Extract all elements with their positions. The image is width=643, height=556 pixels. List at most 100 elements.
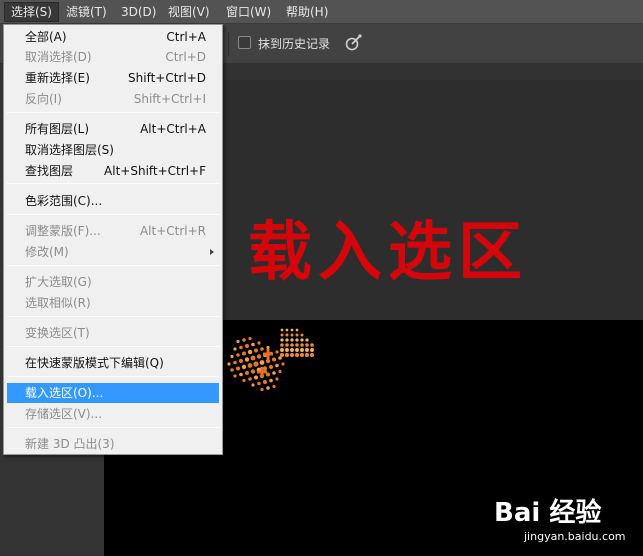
menu-select[interactable]: 选择(S) — [4, 2, 59, 22]
halftone-dot — [305, 338, 309, 342]
halftone-dot — [275, 350, 279, 354]
halftone-dot — [250, 355, 256, 361]
canvas-title-text: 载入选区 — [248, 215, 528, 290]
halftone-dot — [230, 354, 234, 359]
halftone-dot — [310, 343, 314, 347]
menu-item-refine-mask[interactable]: 调整蒙版(F)... Alt+Ctrl+R — [4, 221, 222, 241]
menu-item-all[interactable]: 全部(A) Ctrl+A — [4, 27, 222, 47]
halftone-dot — [295, 328, 299, 332]
menu-item-color-range[interactable]: 色彩范围(C)... — [4, 191, 222, 211]
menu-bar: 选择(S) 滤镜(T) 3D(D) 视图(V) 窗口(W) 帮助(H) — [0, 0, 643, 24]
halftone-dot — [272, 371, 276, 375]
halftone-dot — [233, 374, 237, 378]
menu-separator — [7, 265, 219, 266]
halftone-dot — [239, 345, 243, 350]
menu-view[interactable]: 视图(V) — [162, 2, 216, 22]
halftone-dot — [266, 345, 270, 350]
halftone-dot — [245, 371, 249, 375]
halftone-dot — [266, 386, 270, 390]
halftone-dot — [290, 343, 294, 347]
halftone-dot — [299, 352, 305, 358]
halftone-dot — [242, 338, 246, 342]
menu-separator — [7, 427, 219, 428]
halftone-dot — [280, 328, 284, 332]
halftone-dot — [227, 362, 231, 366]
menu-item-transform-selection[interactable]: 变换选区(T) — [4, 323, 222, 343]
halftone-dot — [295, 343, 299, 347]
airbrush-icon[interactable] — [344, 32, 364, 55]
halftone-dot — [233, 360, 237, 365]
halftone-cross — [266, 349, 270, 359]
menu-separator — [7, 214, 219, 215]
menu-3d[interactable]: 3D(D) — [115, 2, 162, 22]
halftone-cross — [260, 367, 264, 377]
menu-separator — [7, 376, 219, 377]
halftone-dot — [285, 328, 289, 332]
halftone-dot — [300, 338, 304, 342]
halftone-dot — [275, 363, 279, 368]
menu-item-find-layers[interactable]: 查找图层 Alt+Shift+Ctrl+F — [4, 161, 222, 181]
baidu-watermark-logo: Bai 经验 — [494, 498, 602, 528]
history-checkbox-label: 抹到历史记录 — [258, 37, 331, 51]
halftone-dot — [284, 352, 290, 358]
menu-item-load-selection[interactable]: 载入选区(O)... — [7, 383, 219, 403]
halftone-dot — [251, 342, 255, 347]
menu-item-reselect[interactable]: 重新选择(E) Shift+Ctrl+D — [4, 68, 222, 88]
halftone-dot — [260, 387, 264, 392]
submenu-arrow-icon — [210, 249, 214, 255]
menu-item-similar[interactable]: 选取相似(R) — [4, 293, 222, 313]
halftone-dot — [242, 351, 246, 356]
halftone-dot — [239, 372, 243, 377]
menu-help[interactable]: 帮助(H) — [280, 2, 334, 22]
halftone-dot — [280, 343, 284, 347]
menu-item-quick-mask[interactable]: 在快速蒙版模式下编辑(Q) — [4, 353, 222, 373]
halftone-dot — [289, 352, 295, 358]
halftone-dot — [290, 338, 294, 342]
halftone-dot — [260, 347, 264, 351]
halftone-dot — [290, 333, 294, 337]
halftone-dot — [236, 353, 240, 357]
halftone-dot — [305, 343, 309, 347]
halftone-dot — [290, 328, 294, 332]
menu-item-save-selection[interactable]: 存储选区(V)... — [4, 404, 222, 424]
halftone-dot — [248, 377, 252, 381]
halftone-dot — [275, 377, 279, 381]
halftone-dot — [256, 354, 262, 359]
halftone-dot — [295, 333, 299, 337]
halftone-dot — [259, 360, 265, 365]
halftone-dot — [294, 352, 300, 358]
halftone-dot — [257, 381, 261, 386]
menu-filter[interactable]: 滤镜(T) — [60, 2, 113, 22]
halftone-dot — [248, 336, 252, 341]
menu-item-deselect-layers[interactable]: 取消选择图层(S) — [4, 140, 222, 160]
halftone-dot — [280, 333, 284, 337]
halftone-dot — [263, 380, 267, 384]
menu-item-deselect[interactable]: 取消选择(D) Ctrl+D — [4, 47, 222, 67]
menu-item-modify[interactable]: 修改(M) — [4, 242, 222, 262]
halftone-dot — [244, 357, 250, 362]
halftone-dot — [295, 348, 299, 352]
halftone-dot — [278, 369, 282, 374]
menu-item-inverse[interactable]: 反向(I) Shift+Ctrl+I — [4, 89, 222, 109]
halftone-dot — [280, 348, 284, 352]
menu-item-grow[interactable]: 扩大选取(G) — [4, 272, 222, 292]
halftone-dot — [236, 366, 240, 371]
halftone-dot — [281, 362, 285, 366]
halftone-dot — [257, 341, 261, 345]
baidu-watermark-url: jingyan.baidu.com — [524, 530, 626, 543]
halftone-dot — [272, 384, 276, 389]
halftone-dot — [280, 338, 284, 342]
halftone-dot — [242, 378, 246, 383]
halftone-dot — [233, 347, 237, 351]
menu-separator — [7, 316, 219, 317]
halftone-dot — [310, 348, 314, 352]
halftone-dot — [251, 383, 255, 387]
halftone-dot — [247, 363, 253, 368]
menu-window[interactable]: 窗口(W) — [220, 2, 277, 22]
halftone-dot — [300, 348, 304, 352]
menu-item-all-layers[interactable]: 所有图层(L) Alt+Ctrl+A — [4, 119, 222, 139]
menu-separator — [7, 183, 219, 184]
history-checkbox[interactable] — [238, 36, 251, 49]
menu-item-new-3d-extrusion[interactable]: 新建 3D 凸出(3) — [4, 434, 222, 454]
halftone-dot — [239, 359, 243, 363]
